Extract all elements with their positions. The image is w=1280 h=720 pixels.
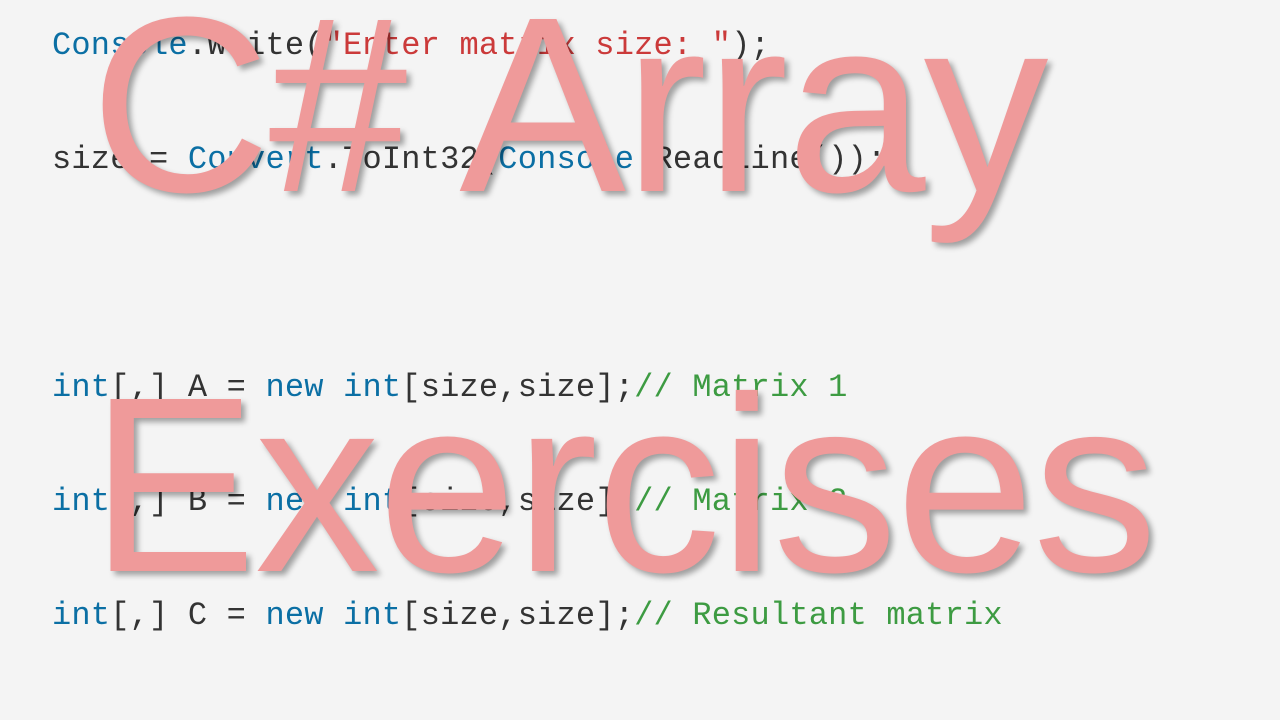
code-line-blank (52, 701, 1280, 720)
code-line: int[,] B = new int[size,size];// Matrix … (52, 473, 1280, 530)
code-background: Console.Write("Enter matrix size: "); si… (0, 0, 1280, 720)
code-line: int[,] C = new int[size,size];// Resulta… (52, 587, 1280, 644)
code-line: Console.Write("Enter matrix size: "); (52, 17, 1280, 74)
code-line: size = Convert.ToInt32(Console.ReadLine(… (52, 131, 1280, 188)
code-line-blank (52, 245, 1280, 302)
code-line: int[,] A = new int[size,size];// Matrix … (52, 359, 1280, 416)
